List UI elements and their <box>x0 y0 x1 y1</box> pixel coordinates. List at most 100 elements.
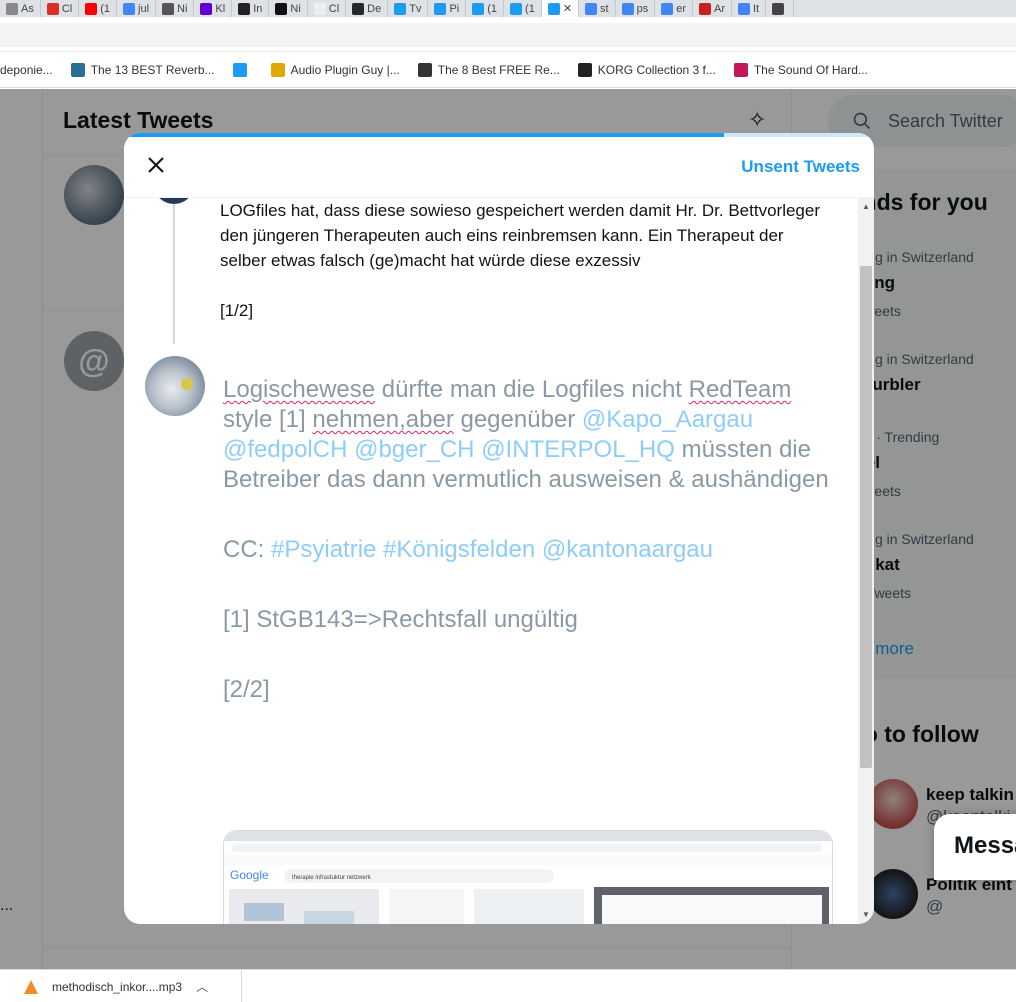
browser-tab[interactable]: Cl <box>308 0 347 17</box>
browser-tab[interactable]: In <box>232 0 270 17</box>
browser-tab[interactable]: jul <box>117 0 157 17</box>
mention-link[interactable]: @bger_CH <box>354 436 474 463</box>
site-red-icon <box>699 2 711 15</box>
news-icon <box>162 2 175 15</box>
download-bar: methodisch_inkor....mp3 ︿ <box>0 969 1016 1002</box>
text-run: CC: <box>223 536 271 563</box>
twitter-icon <box>510 2 523 15</box>
messages-label: Messages <box>954 832 1016 859</box>
browser-tab[interactable]: er <box>655 0 693 17</box>
messages-drawer[interactable]: Messages <box>934 814 1016 880</box>
half-moon-icon <box>417 62 432 77</box>
modal-header: Unsent Tweets <box>124 137 874 198</box>
close-button[interactable] <box>138 147 174 183</box>
scroll-up-arrow-icon[interactable]: ▲ <box>858 200 874 214</box>
sound-of-hard-icon <box>733 62 748 77</box>
thread-connector-line <box>173 204 175 344</box>
tab-label: Ar <box>714 2 725 15</box>
google-icon <box>661 2 674 15</box>
attached-image[interactable]: Google therapie infrastuktur netzwerk <box>223 830 833 924</box>
twitter-icon <box>434 2 447 15</box>
scrollbar[interactable]: ▲ ▼ <box>858 198 874 924</box>
download-filename: methodisch_inkor....mp3 <box>52 979 183 994</box>
browser-tab[interactable]: Ni <box>156 0 195 17</box>
scroll-down-arrow-icon[interactable]: ▼ <box>858 908 874 922</box>
twitter-icon <box>547 2 560 15</box>
browser-tab[interactable]: Ar <box>693 0 732 17</box>
bookmark-label: Audio Plugin Guy |... <box>290 62 400 77</box>
misspelled-word: Logischewese <box>223 376 376 403</box>
yahoo-icon <box>200 2 213 15</box>
site-s-icon <box>238 2 251 15</box>
bookmark-item[interactable]: Audio Plugin Guy |... <box>270 62 400 77</box>
google-icon <box>585 2 598 15</box>
download-item[interactable]: methodisch_inkor....mp3 ︿ <box>0 970 242 1002</box>
chevron-up-icon[interactable]: ︿ <box>196 978 208 995</box>
tweet-compose-textarea[interactable]: Logischewese dürfte man die Logfiles nic… <box>223 375 833 705</box>
github-icon <box>352 2 365 15</box>
mention-link[interactable]: @kantonaargau <box>542 536 713 563</box>
tab-label: jul <box>138 2 150 15</box>
previous-tweet-text[interactable]: LOGfiles hat, dass diese sowieso gespeic… <box>220 198 830 323</box>
browser-tab[interactable]: (1 <box>466 0 505 17</box>
address-bar-area <box>0 17 1016 52</box>
text-run: gegenüber <box>453 406 582 433</box>
bookmark-item[interactable]: The 13 BEST Reverb... <box>70 62 215 77</box>
tab-label: Tv <box>409 2 422 15</box>
globe-icon <box>772 2 785 15</box>
browser-tab[interactable]: De <box>346 0 389 17</box>
tab-label: Pi <box>449 2 460 15</box>
audio-plugin-guy-icon <box>270 62 285 77</box>
text-run: style [1] <box>223 406 313 433</box>
hashtag-link[interactable]: #Königsfelden <box>383 536 535 563</box>
mention-link[interactable]: @fedpolCH <box>223 436 347 463</box>
text-run: [2/2] <box>223 676 270 703</box>
bookmark-label: The 8 Best FREE Re... <box>437 62 560 77</box>
plugin-m-icon <box>70 62 85 77</box>
tab-label: In <box>253 2 263 15</box>
browser-tab-strip: As Cl (1 jul Ni Kl In Ni Cl De Tv Pi (1 (1 ✕ st ps er Ar It <box>0 0 1016 17</box>
bookmarks-bar: deponie... The 13 BEST Reverb... Audio Plu… <box>0 52 1016 88</box>
google-icon <box>621 2 634 15</box>
tab-label: Kl <box>215 2 226 15</box>
browser-tab[interactable]: ps <box>616 0 656 17</box>
screenshot-thumbnail: Google therapie infrastuktur netzwerk <box>224 831 832 924</box>
mention-link[interactable]: @Kapo_Aargau <box>582 406 753 433</box>
twitter-icon <box>232 62 247 77</box>
tab-label: (1 <box>525 2 535 15</box>
tab-label: It <box>753 2 760 15</box>
browser-tab[interactable]: Kl <box>194 0 233 17</box>
korg-icon <box>577 62 592 77</box>
unsent-tweets-button[interactable]: Unsent Tweets <box>741 157 860 177</box>
bookmark-item[interactable]: deponie... <box>0 63 53 77</box>
omnibox[interactable] <box>0 23 1016 47</box>
browser-tab[interactable] <box>766 0 795 17</box>
close-icon <box>148 157 164 173</box>
compose-thread-modal: Unsent Tweets LOGfiles hat, dass diese s… <box>124 133 874 924</box>
browser-tab[interactable]: Ni <box>269 0 308 17</box>
browser-tab[interactable]: (1 <box>504 0 542 17</box>
browser-tab[interactable]: Pi <box>428 0 467 17</box>
mention-link[interactable]: @INTERPOL_HQ <box>481 436 675 463</box>
hashtag-link[interactable]: #Psyiatrie <box>271 536 376 563</box>
browser-tab[interactable]: It <box>732 0 767 17</box>
tab-label: st <box>600 2 609 15</box>
text-run: [1] StGB143=>Rechtsfall ungültig <box>223 606 578 633</box>
bookmark-label: The 13 BEST Reverb... <box>90 62 215 77</box>
twitter-icon <box>472 2 485 15</box>
bookmark-item[interactable]: The Sound Of Hard... <box>733 62 868 77</box>
scrollbar-thumb[interactable] <box>860 266 872 768</box>
thread-scroll-area: LOGfiles hat, dass diese sowieso gespeic… <box>124 198 858 924</box>
bookmark-item[interactable]: The 8 Best FREE Re... <box>417 62 560 77</box>
browser-tab[interactable]: Tv <box>388 0 429 17</box>
bookmark-item[interactable]: KORG Collection 3 f... <box>577 62 716 77</box>
browser-tab[interactable]: ✕ <box>541 0 580 17</box>
bookmark-item[interactable] <box>232 62 253 77</box>
bookmark-label: The Sound Of Hard... <box>753 62 868 77</box>
misspelled-word: RedTeam <box>688 376 792 403</box>
browser-tab[interactable]: st <box>579 0 616 17</box>
browser-tab[interactable]: (1 <box>79 0 118 17</box>
browser-tab[interactable]: As <box>0 0 41 17</box>
browser-tab[interactable]: Cl <box>41 0 80 17</box>
tab-label: ps <box>636 2 649 15</box>
